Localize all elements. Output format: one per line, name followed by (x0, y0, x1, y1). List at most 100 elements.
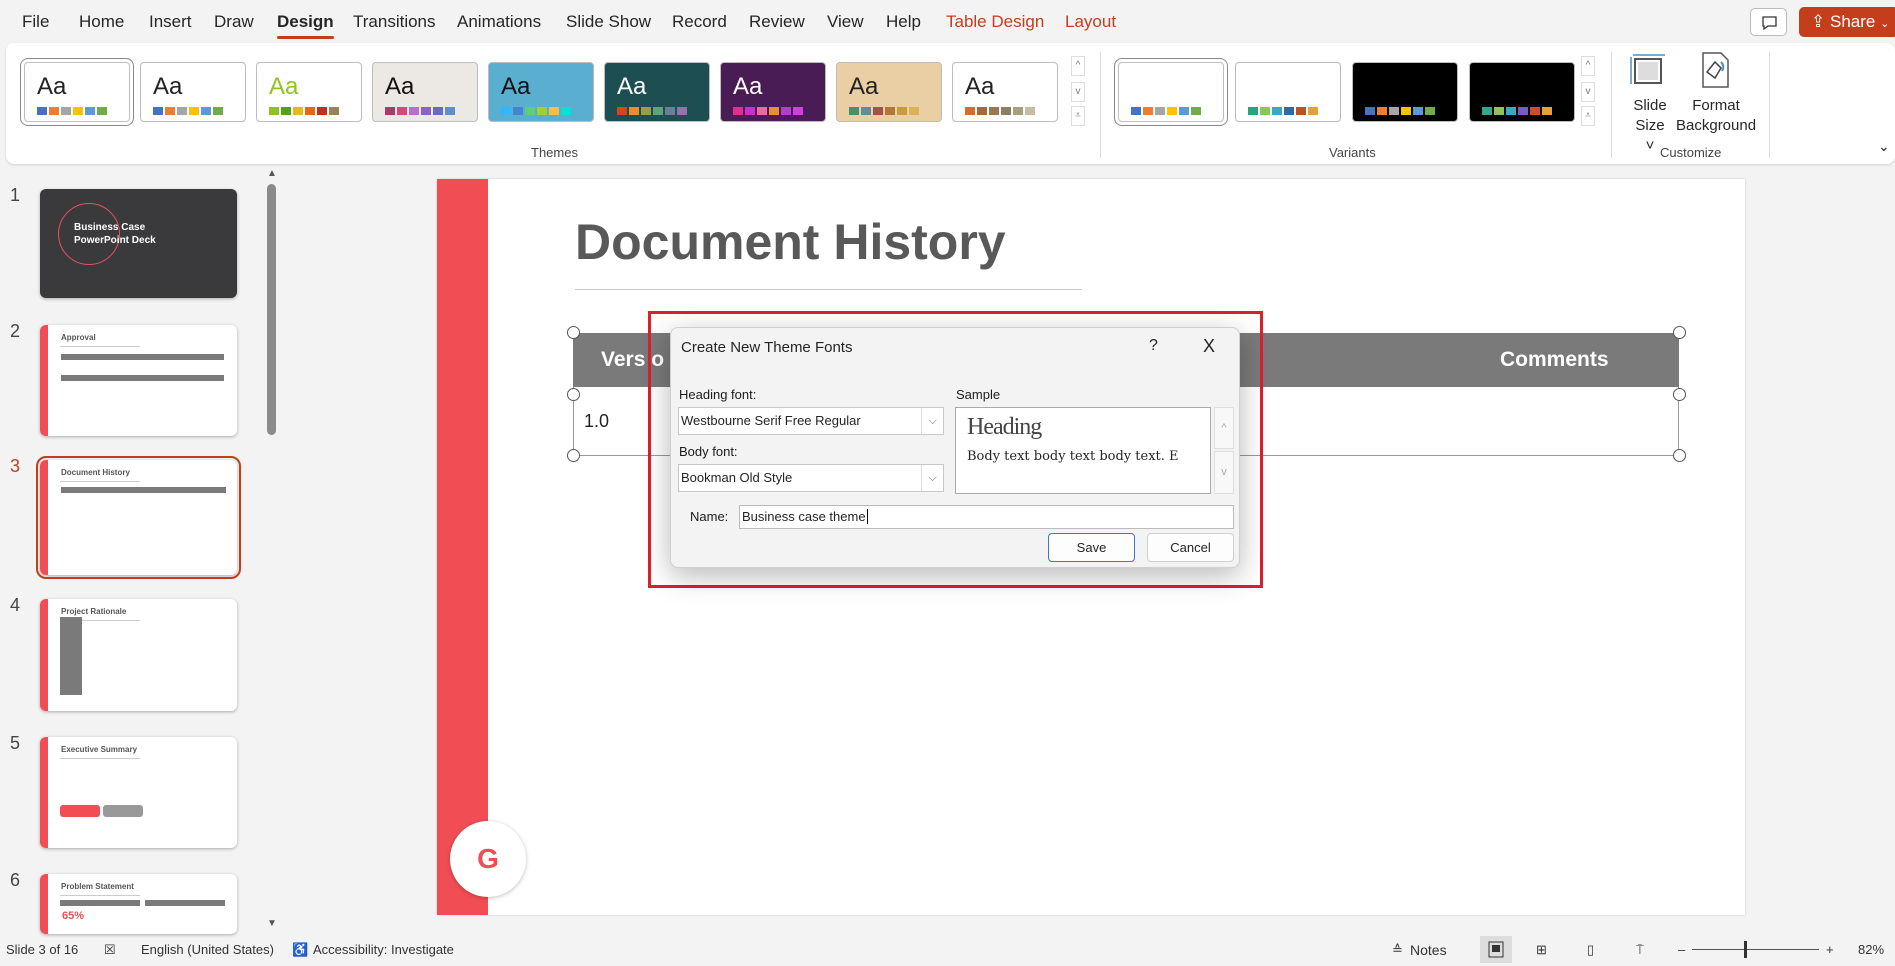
variant-thumbnail[interactable] (1469, 62, 1575, 122)
variants-scroll-up[interactable]: ^ (1581, 56, 1595, 76)
panel-scroll-up-icon[interactable]: ▲ (267, 168, 277, 179)
cell-version[interactable]: 1.0 (584, 411, 609, 432)
panel-scroll-down-icon[interactable]: ▼ (267, 918, 277, 929)
thumb-title: Problem Statement (61, 882, 134, 891)
tab-file[interactable]: File (22, 12, 49, 32)
thumb-title: Executive Summary (61, 745, 138, 754)
slide-title[interactable]: Document History (575, 213, 1006, 271)
resize-handle[interactable] (567, 326, 580, 339)
body-font-select[interactable]: Bookman Old Style ⌵ (678, 464, 944, 492)
accent-band (40, 460, 48, 575)
notes-icon[interactable]: ≙ (1392, 942, 1403, 958)
panel-scrollbar[interactable] (267, 184, 276, 435)
resize-handle[interactable] (1673, 388, 1686, 401)
tab-record[interactable]: Record (672, 12, 727, 32)
slide-thumbnail[interactable]: Problem Statement 65% (40, 874, 237, 934)
theme-thumbnail[interactable]: Aa (952, 62, 1058, 122)
gallery-scroll-down[interactable]: v (1071, 82, 1085, 102)
variant-thumbnail[interactable] (1114, 58, 1228, 126)
tab-design[interactable]: Design (277, 12, 334, 39)
tab-animations[interactable]: Animations (457, 12, 541, 32)
tab-table-design[interactable]: Table Design (946, 12, 1044, 32)
save-button[interactable]: Save (1048, 533, 1135, 562)
cancel-button[interactable]: Cancel (1147, 533, 1234, 562)
accessibility-icon[interactable]: ♿ (292, 942, 308, 958)
zoom-slider-thumb[interactable] (1744, 941, 1748, 958)
zoom-in-button[interactable]: + (1826, 942, 1834, 957)
slide-thumbnail[interactable]: Executive Summary (40, 737, 237, 848)
resize-handle[interactable] (567, 388, 580, 401)
accent-band (40, 325, 48, 436)
reading-view-icon[interactable]: ▯ (1587, 942, 1594, 958)
slide-accent-band (437, 179, 488, 915)
resize-handle[interactable] (1673, 326, 1686, 339)
gallery-scroll-up[interactable]: ^ (1071, 56, 1085, 76)
tab-layout[interactable]: Layout (1065, 12, 1116, 32)
accessibility-button[interactable]: Accessibility: Investigate (313, 942, 454, 957)
slide-thumbnail[interactable]: Business Case PowerPoint Deck (40, 189, 237, 298)
slide-thumbnail[interactable]: Document History (36, 456, 241, 579)
chevron-down-icon[interactable]: ⌵ (921, 408, 943, 434)
comments-button[interactable] (1750, 8, 1787, 36)
heading-font-select[interactable]: Westbourne Serif Free Regular ⌵ (678, 407, 944, 435)
slide-thumbnail[interactable]: Approval (40, 325, 237, 436)
thumb-title: Document History (61, 468, 130, 477)
spell-check-icon[interactable]: ☒ (104, 942, 116, 958)
slide-sorter-icon[interactable]: ⊞ (1536, 942, 1547, 958)
theme-name-input[interactable]: Business case theme (739, 505, 1234, 529)
collapse-ribbon-icon[interactable]: ⌄ (1878, 138, 1890, 155)
theme-thumbnail[interactable]: Aa (488, 62, 594, 122)
variant-thumbnail[interactable] (1235, 62, 1341, 122)
gallery-more[interactable]: ⩡ (1071, 106, 1085, 126)
thumb-title: Approval (61, 333, 96, 342)
share-button[interactable]: ⇪ Share ⌄ (1799, 7, 1895, 37)
tab-slide-show[interactable]: Slide Show (566, 12, 651, 32)
normal-view-button[interactable] (1480, 936, 1512, 963)
slide-number: 3 (10, 456, 21, 476)
help-button[interactable]: ? (1149, 337, 1158, 355)
tab-help[interactable]: Help (886, 12, 921, 32)
theme-thumbnail[interactable]: Aa (20, 58, 134, 126)
title-underline (575, 289, 1082, 290)
theme-thumbnail[interactable]: Aa (604, 62, 710, 122)
chevron-down-icon[interactable]: ⌵ (921, 465, 943, 491)
notes-button[interactable]: Notes (1410, 942, 1447, 958)
zoom-out-button[interactable]: – (1678, 942, 1685, 957)
variant-thumbnail[interactable] (1352, 62, 1458, 122)
customize-group-label: Customize (1660, 145, 1722, 160)
tab-transitions[interactable]: Transitions (353, 12, 436, 32)
slideshow-icon[interactable]: ⍑ (1636, 942, 1644, 958)
variants-scroll-down[interactable]: v (1581, 82, 1595, 102)
theme-thumbnail[interactable]: Aa (256, 62, 362, 122)
tab-home[interactable]: Home (79, 12, 124, 32)
comment-icon (1762, 16, 1777, 31)
close-button[interactable]: X (1203, 336, 1215, 357)
normal-view-icon (1488, 941, 1504, 958)
sample-scroll-down[interactable]: v (1214, 451, 1234, 494)
header-comments: Comments (1500, 348, 1609, 371)
body-font-label: Body font: (679, 444, 738, 459)
tab-review[interactable]: Review (749, 12, 805, 32)
zoom-slider[interactable] (1692, 949, 1819, 950)
heading-font-label: Heading font: (679, 387, 757, 402)
resize-handle[interactable] (567, 449, 580, 462)
sample-label: Sample (956, 387, 1001, 402)
resize-handle[interactable] (1673, 449, 1686, 462)
theme-thumbnail[interactable]: Aa (140, 62, 246, 122)
language-button[interactable]: English (United States) (141, 942, 274, 957)
accent-band (40, 874, 48, 934)
theme-aa-label: Aa (385, 73, 415, 100)
theme-thumbnail[interactable]: Aa (720, 62, 826, 122)
slide-thumbnail[interactable]: Project Rationale (40, 599, 237, 711)
chevron-down-icon: ⌄ (1880, 18, 1890, 30)
tab-draw[interactable]: Draw (214, 12, 254, 32)
tab-view[interactable]: View (827, 12, 864, 32)
format-background-button[interactable] (1695, 50, 1735, 90)
slide-number: 5 (10, 733, 21, 753)
variants-more[interactable]: ⩡ (1581, 106, 1595, 126)
sample-scroll-up[interactable]: ^ (1214, 407, 1234, 449)
theme-thumbnail[interactable]: Aa (836, 62, 942, 122)
theme-thumbnail[interactable]: Aa (372, 62, 478, 122)
tab-insert[interactable]: Insert (149, 12, 192, 32)
zoom-level[interactable]: 82% (1858, 942, 1884, 957)
